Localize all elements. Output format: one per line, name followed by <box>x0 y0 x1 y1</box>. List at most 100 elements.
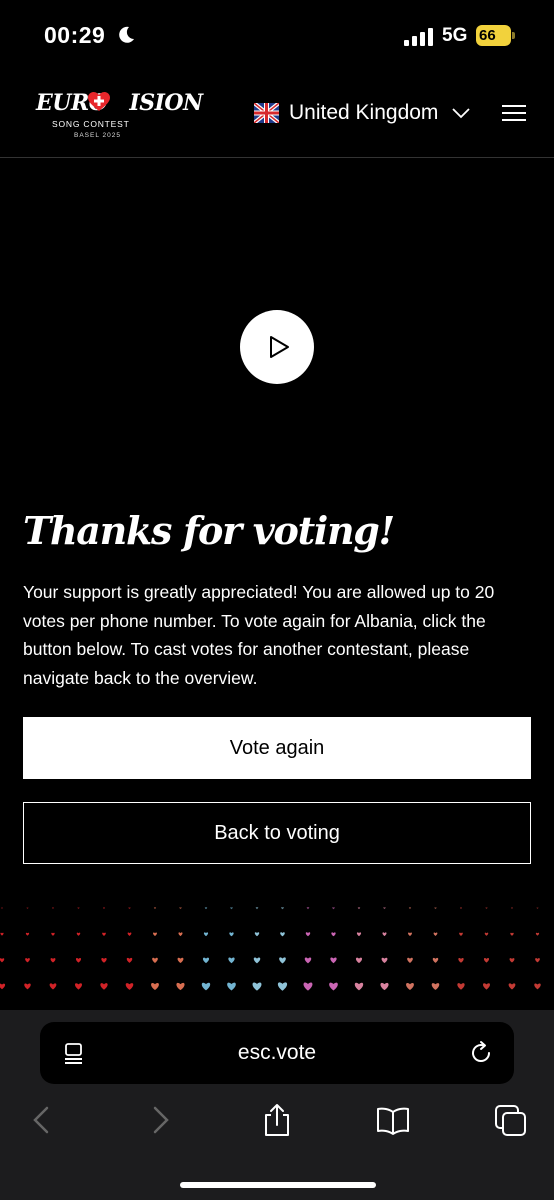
decor-heart <box>0 958 5 963</box>
decor-heart <box>24 983 31 990</box>
status-time: 00:29 <box>44 22 106 48</box>
decor-heart <box>484 932 489 936</box>
page-title: Thanks for voting! <box>23 508 395 553</box>
decor-heart <box>407 957 413 963</box>
decor-heart <box>52 907 54 909</box>
decor-heart <box>304 957 312 964</box>
decor-heart <box>201 982 211 991</box>
decor-heart <box>279 957 286 964</box>
bookmarks-icon[interactable] <box>376 1102 410 1138</box>
decor-heart <box>103 907 105 910</box>
decor-heart <box>252 982 262 991</box>
play-button[interactable] <box>240 310 314 384</box>
decor-heart <box>305 932 311 937</box>
play-icon <box>270 336 289 358</box>
thanks-message: Your support is greatly appreciated! You… <box>23 582 495 688</box>
signal-icon <box>404 28 433 46</box>
decor-heart <box>25 958 30 963</box>
decor-heart <box>101 957 107 963</box>
site-header: EURO ISION SONG CONTEST BASEL 2025 United… <box>0 74 554 158</box>
decor-heart <box>178 932 183 937</box>
decor-heart <box>153 932 157 937</box>
decor-heart <box>75 958 82 963</box>
country-selector[interactable]: United Kingdom <box>254 98 471 128</box>
decor-heart <box>536 907 539 909</box>
decor-heart <box>303 982 313 991</box>
decor-heart <box>176 982 185 991</box>
decor-heart <box>510 932 514 936</box>
logo-text-ision: ISION <box>129 90 203 116</box>
decor-heart <box>331 932 336 937</box>
decor-heart <box>203 932 209 937</box>
share-icon[interactable] <box>260 1102 294 1138</box>
decor-heart <box>125 983 134 990</box>
decor-heart <box>76 932 81 936</box>
decor-heart <box>459 932 463 936</box>
eurovision-logo[interactable]: EURO ISION SONG CONTEST BASEL 2025 <box>36 90 203 146</box>
decor-heart <box>408 932 412 937</box>
decor-heart <box>380 982 389 991</box>
decor-heart <box>406 982 414 991</box>
back-to-voting-button[interactable]: Back to voting <box>23 802 531 864</box>
network-label: 5G <box>442 25 468 46</box>
decor-heart <box>0 983 6 990</box>
decor-heart <box>230 907 233 910</box>
decor-heart <box>457 983 465 990</box>
decor-heart <box>280 932 285 937</box>
chevron-down-icon <box>452 108 471 119</box>
decor-heart <box>152 957 158 963</box>
decor-heart <box>355 957 363 964</box>
decor-heart <box>356 932 362 937</box>
decor-heart <box>509 958 515 963</box>
decor-heart <box>432 957 439 963</box>
decor-heart <box>128 907 131 910</box>
hamburger-menu-icon[interactable] <box>502 104 526 122</box>
logo-location: BASEL 2025 <box>74 132 121 139</box>
decor-heart <box>100 983 108 990</box>
decor-heart <box>433 932 438 936</box>
decor-heart <box>102 932 106 936</box>
moon-icon <box>119 26 134 43</box>
decor-heart <box>460 907 462 910</box>
logo-subtitle: SONG CONTEST <box>52 119 130 129</box>
back-icon[interactable] <box>24 1102 58 1138</box>
decor-heart <box>0 932 4 936</box>
decor-heart <box>228 957 235 964</box>
address-bar[interactable]: esc.vote <box>40 1022 514 1084</box>
decor-heart <box>151 982 159 991</box>
decor-heart <box>127 932 132 936</box>
heart-flag-icon <box>88 92 110 111</box>
decor-heart <box>534 983 541 990</box>
reload-icon[interactable] <box>468 1040 494 1066</box>
decor-heart <box>26 907 29 909</box>
decor-heart <box>535 932 540 936</box>
decor-heart <box>408 907 412 910</box>
country-label: United Kingdom <box>289 101 439 124</box>
decor-heart <box>485 907 488 909</box>
decor-heart <box>277 982 288 991</box>
tabs-icon[interactable] <box>494 1102 528 1138</box>
decor-heart <box>25 932 30 936</box>
decor-heart <box>227 982 236 991</box>
browser-toolbar: esc.vote <box>0 1010 554 1200</box>
vote-again-button[interactable]: Vote again <box>23 717 531 779</box>
battery-level: 66 <box>479 27 496 44</box>
decor-heart <box>458 957 464 963</box>
decor-heart <box>179 907 182 910</box>
decor-heart <box>281 907 284 910</box>
decor-heart <box>483 958 490 963</box>
decor-heart <box>254 932 260 937</box>
decor-heart <box>177 957 184 964</box>
decor-heart <box>434 907 437 910</box>
decor-heart <box>535 958 540 963</box>
decor-heart <box>482 983 491 990</box>
decor-heart <box>382 932 387 937</box>
decor-heart <box>306 907 310 910</box>
decor-heart <box>383 907 386 910</box>
decor-heart <box>153 907 157 910</box>
battery-indicator: 66 <box>476 25 516 46</box>
decor-heart <box>255 907 259 910</box>
decor-heart <box>49 983 57 990</box>
forward-icon[interactable] <box>144 1102 178 1138</box>
home-indicator <box>180 1182 376 1188</box>
